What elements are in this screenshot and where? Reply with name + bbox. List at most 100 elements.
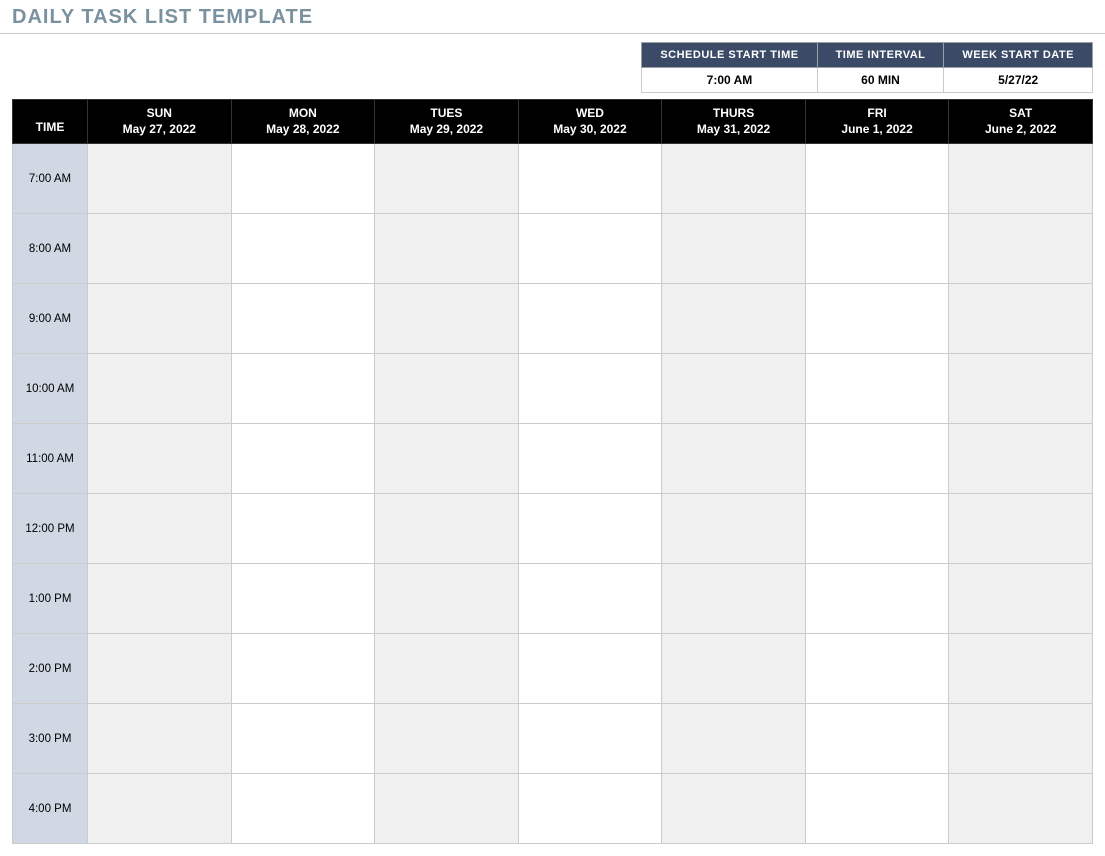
task-cell[interactable]	[231, 284, 375, 354]
schedule-row: 12:00 PM	[13, 494, 1093, 564]
schedule-row: 8:00 AM	[13, 214, 1093, 284]
task-cell[interactable]	[805, 704, 949, 774]
task-cell[interactable]	[518, 214, 662, 284]
task-cell[interactable]	[375, 774, 519, 844]
task-cell[interactable]	[375, 634, 519, 704]
task-cell[interactable]	[949, 214, 1093, 284]
task-cell[interactable]	[518, 704, 662, 774]
task-cell[interactable]	[231, 564, 375, 634]
task-cell[interactable]	[805, 564, 949, 634]
task-cell[interactable]	[805, 284, 949, 354]
task-cell[interactable]	[518, 564, 662, 634]
task-cell[interactable]	[662, 144, 806, 214]
task-cell[interactable]	[949, 144, 1093, 214]
task-cell[interactable]	[231, 354, 375, 424]
config-value-interval[interactable]: 60 MIN	[817, 68, 944, 93]
schedule-row: 9:00 AM	[13, 284, 1093, 354]
task-cell[interactable]	[518, 634, 662, 704]
task-cell[interactable]	[231, 774, 375, 844]
task-cell[interactable]	[88, 354, 232, 424]
task-cell[interactable]	[88, 564, 232, 634]
day-label: MON	[236, 106, 371, 122]
task-cell[interactable]	[375, 494, 519, 564]
task-cell[interactable]	[375, 214, 519, 284]
task-cell[interactable]	[88, 284, 232, 354]
task-cell[interactable]	[662, 564, 806, 634]
task-cell[interactable]	[949, 774, 1093, 844]
schedule-header-row: TIME SUN May 27, 2022 MON May 28, 2022 T…	[13, 100, 1093, 144]
task-cell[interactable]	[518, 284, 662, 354]
task-cell[interactable]	[231, 214, 375, 284]
task-cell[interactable]	[518, 144, 662, 214]
task-cell[interactable]	[662, 634, 806, 704]
day-label: TUES	[379, 106, 514, 122]
task-cell[interactable]	[805, 424, 949, 494]
schedule-row: 10:00 AM	[13, 354, 1093, 424]
day-header-sun: SUN May 27, 2022	[88, 100, 232, 144]
task-cell[interactable]	[375, 424, 519, 494]
task-cell[interactable]	[375, 704, 519, 774]
task-cell[interactable]	[88, 494, 232, 564]
time-cell: 4:00 PM	[13, 774, 88, 844]
config-section: SCHEDULE START TIME TIME INTERVAL WEEK S…	[0, 34, 1105, 99]
task-cell[interactable]	[518, 774, 662, 844]
task-cell[interactable]	[518, 354, 662, 424]
task-cell[interactable]	[949, 424, 1093, 494]
task-cell[interactable]	[518, 494, 662, 564]
task-cell[interactable]	[375, 354, 519, 424]
task-cell[interactable]	[88, 214, 232, 284]
task-cell[interactable]	[949, 564, 1093, 634]
task-cell[interactable]	[231, 704, 375, 774]
task-cell[interactable]	[88, 704, 232, 774]
time-cell: 10:00 AM	[13, 354, 88, 424]
task-cell[interactable]	[88, 144, 232, 214]
page-title: DAILY TASK LIST TEMPLATE	[0, 0, 1105, 34]
config-table: SCHEDULE START TIME TIME INTERVAL WEEK S…	[641, 42, 1093, 93]
task-cell[interactable]	[949, 704, 1093, 774]
task-cell[interactable]	[662, 774, 806, 844]
config-value-week-start[interactable]: 5/27/22	[944, 68, 1093, 93]
day-header-fri: FRI June 1, 2022	[805, 100, 949, 144]
task-cell[interactable]	[662, 354, 806, 424]
time-cell: 7:00 AM	[13, 144, 88, 214]
task-cell[interactable]	[949, 494, 1093, 564]
task-cell[interactable]	[88, 774, 232, 844]
day-date: June 1, 2022	[810, 122, 945, 138]
task-cell[interactable]	[375, 564, 519, 634]
task-cell[interactable]	[805, 354, 949, 424]
task-cell[interactable]	[662, 494, 806, 564]
task-cell[interactable]	[662, 424, 806, 494]
time-cell: 12:00 PM	[13, 494, 88, 564]
task-cell[interactable]	[231, 144, 375, 214]
day-date: May 27, 2022	[92, 122, 227, 138]
day-label: FRI	[810, 106, 945, 122]
task-cell[interactable]	[231, 424, 375, 494]
task-cell[interactable]	[949, 284, 1093, 354]
task-cell[interactable]	[805, 214, 949, 284]
time-cell: 3:00 PM	[13, 704, 88, 774]
time-header: TIME	[13, 100, 88, 144]
day-header-sat: SAT June 2, 2022	[949, 100, 1093, 144]
task-cell[interactable]	[949, 634, 1093, 704]
task-cell[interactable]	[805, 774, 949, 844]
task-cell[interactable]	[231, 634, 375, 704]
task-cell[interactable]	[662, 214, 806, 284]
task-cell[interactable]	[662, 284, 806, 354]
config-value-start-time[interactable]: 7:00 AM	[642, 68, 817, 93]
day-label: SAT	[953, 106, 1088, 122]
task-cell[interactable]	[805, 494, 949, 564]
task-cell[interactable]	[375, 284, 519, 354]
task-cell[interactable]	[88, 424, 232, 494]
task-cell[interactable]	[662, 704, 806, 774]
task-cell[interactable]	[805, 144, 949, 214]
config-header-week-start: WEEK START DATE	[944, 43, 1093, 68]
day-date: June 2, 2022	[953, 122, 1088, 138]
task-cell[interactable]	[949, 354, 1093, 424]
time-cell: 11:00 AM	[13, 424, 88, 494]
task-cell[interactable]	[375, 144, 519, 214]
task-cell[interactable]	[231, 494, 375, 564]
task-cell[interactable]	[518, 424, 662, 494]
task-cell[interactable]	[805, 634, 949, 704]
task-cell[interactable]	[88, 634, 232, 704]
time-cell: 8:00 AM	[13, 214, 88, 284]
